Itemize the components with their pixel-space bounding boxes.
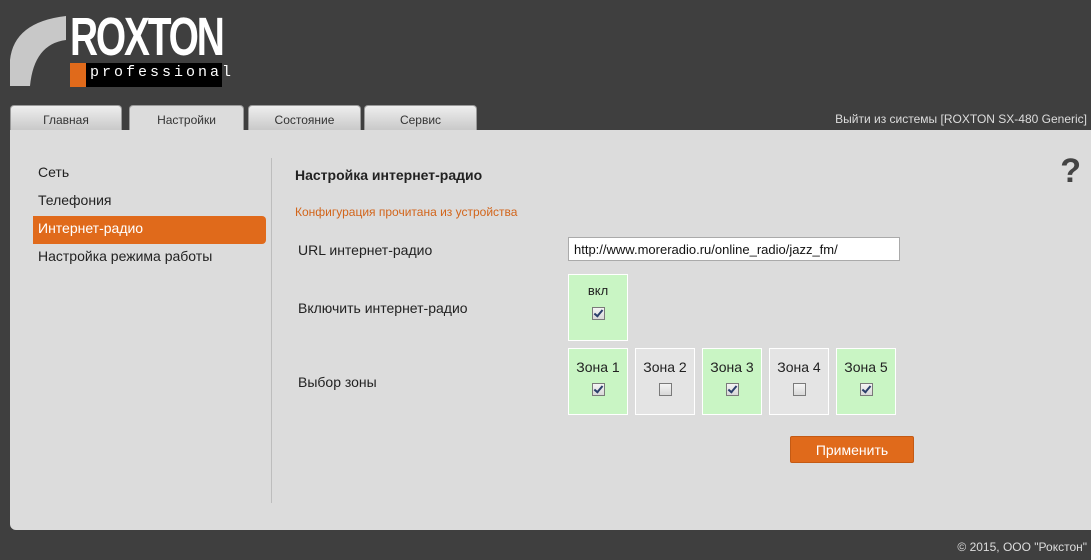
apply-button[interactable]: Применить <box>790 436 914 463</box>
sidebar-item-operation-mode[interactable]: Настройка режима работы <box>33 244 266 272</box>
zone-checkbox-3[interactable] <box>725 383 739 396</box>
tab-settings[interactable]: Настройки <box>129 105 244 131</box>
logo-arc-icon <box>10 16 66 86</box>
content-area: Настройка интернет-радио ? Конфигурация … <box>295 130 1091 530</box>
zone-box-5: Зона 5 <box>836 348 896 415</box>
zone-box-4: Зона 4 <box>769 348 829 415</box>
enable-box-label: вкл <box>587 283 609 298</box>
enable-box: вкл <box>568 274 628 341</box>
status-message: Конфигурация прочитана из устройства <box>295 205 518 219</box>
zone-box-label: Зона 4 <box>777 359 821 375</box>
sidebar-item-telephony[interactable]: Телефония <box>33 188 266 216</box>
zone-label: Выбор зоны <box>298 374 377 390</box>
zone-checkbox-5[interactable] <box>859 383 873 396</box>
zone-checkbox-1[interactable] <box>591 383 605 396</box>
sidebar-item-network[interactable]: Сеть <box>33 160 266 188</box>
tab-status[interactable]: Состояние <box>248 105 361 130</box>
zone-box-3: Зона 3 <box>702 348 762 415</box>
roxton-logo: ROXTON professional <box>0 0 240 100</box>
enable-checkbox[interactable] <box>591 307 605 320</box>
logout-link[interactable]: Выйти из системы [ROXTON SX-480 Generic] <box>835 112 1087 126</box>
zone-box-label: Зона 5 <box>844 359 888 375</box>
url-label: URL интернет-радио <box>298 242 433 258</box>
zone-box-2: Зона 2 <box>635 348 695 415</box>
footer-copyright: © 2015, ООО "Рокстон" <box>957 540 1087 554</box>
sidebar-divider <box>271 158 272 503</box>
enable-label: Включить интернет-радио <box>298 300 468 316</box>
zone-checkbox-2[interactable] <box>658 383 672 396</box>
logo-subtitle: professional <box>90 64 235 81</box>
zone-box-label: Зона 2 <box>643 359 687 375</box>
zone-checkbox-4[interactable] <box>792 383 806 396</box>
zone-box-label: Зона 3 <box>710 359 754 375</box>
zone-box-label: Зона 1 <box>576 359 620 375</box>
help-icon[interactable]: ? <box>1060 152 1081 191</box>
main-panel: Сеть Телефония Интернет-радио Настройка … <box>10 130 1091 530</box>
sidebar-item-internet-radio[interactable]: Интернет-радио <box>33 216 266 244</box>
zone-box-1: Зона 1 <box>568 348 628 415</box>
tab-service[interactable]: Сервис <box>364 105 477 130</box>
tab-home[interactable]: Главная <box>10 105 122 130</box>
logo-brand: ROXTON <box>70 7 225 67</box>
url-input[interactable] <box>568 237 900 261</box>
sidebar: Сеть Телефония Интернет-радио Настройка … <box>33 160 266 272</box>
page-title: Настройка интернет-радио <box>295 167 483 183</box>
